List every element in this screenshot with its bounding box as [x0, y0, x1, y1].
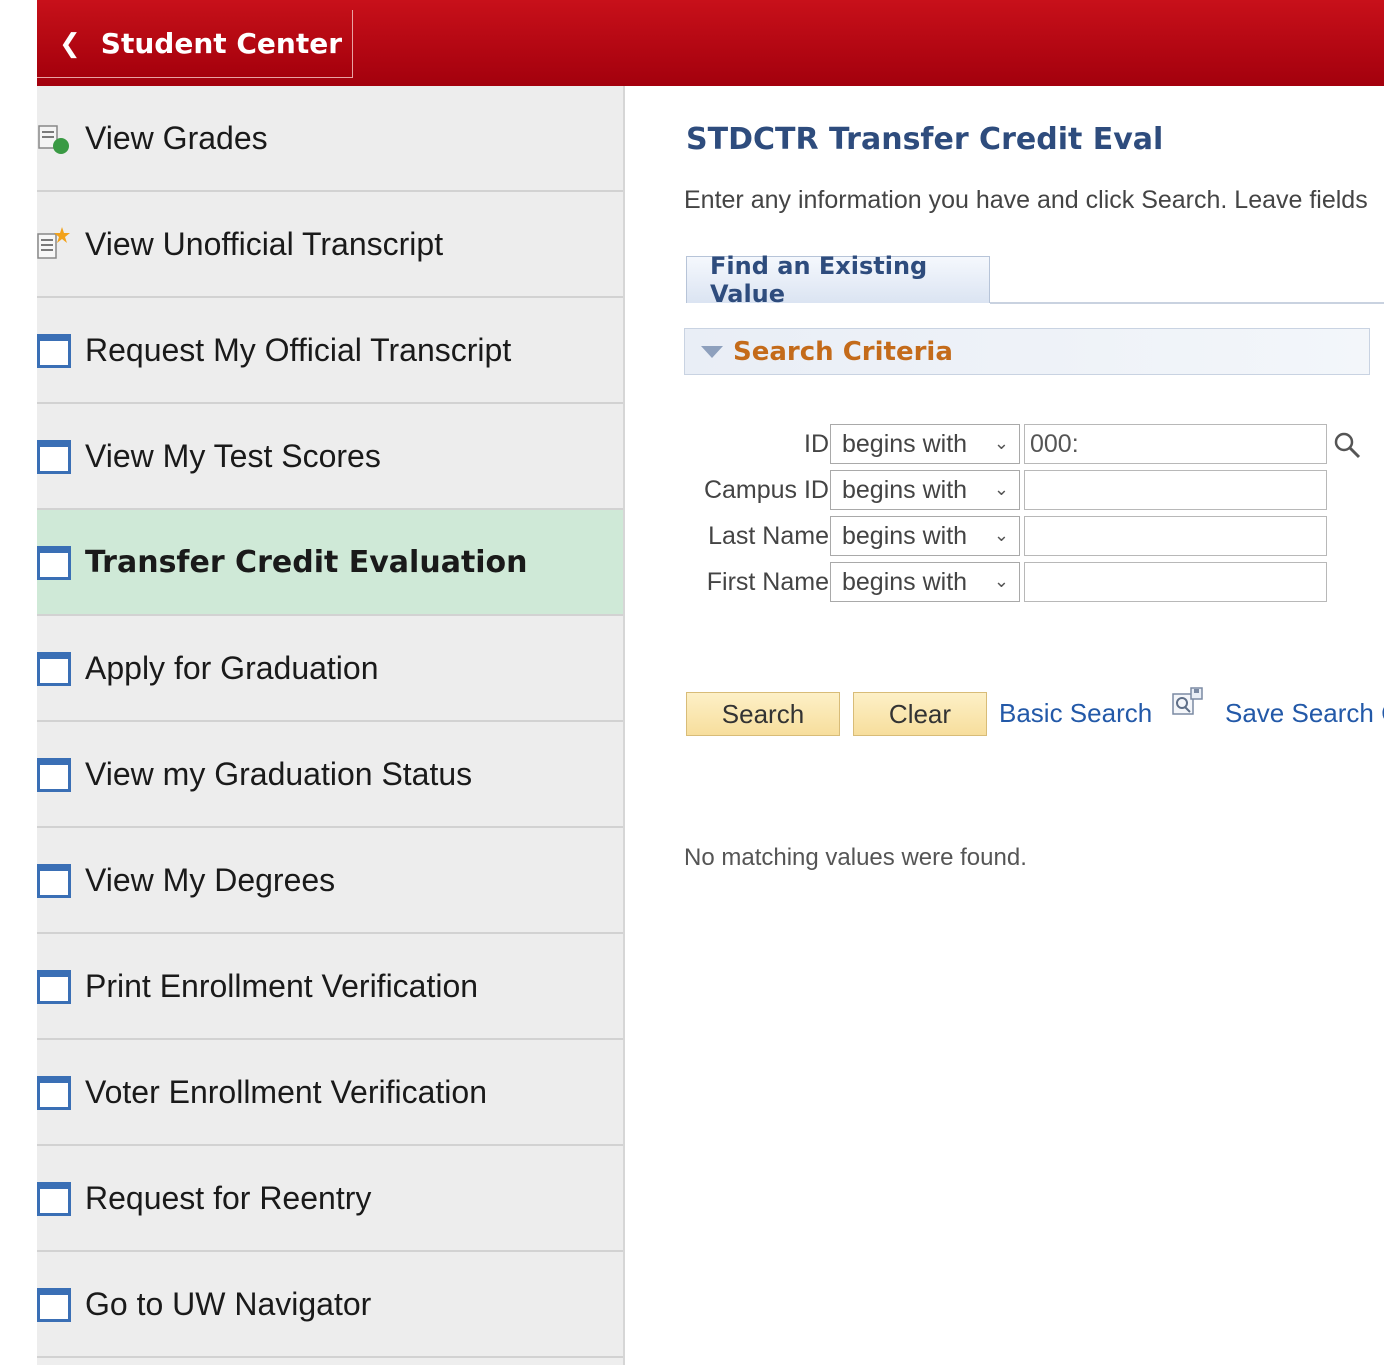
window-icon	[37, 1076, 71, 1110]
last-name-input[interactable]	[1024, 516, 1327, 556]
sidebar-item-view-unofficial-transcript[interactable]: View Unofficial Transcript	[37, 192, 623, 298]
magnifier-lookup-icon[interactable]	[1332, 430, 1362, 460]
window-icon	[37, 758, 71, 792]
search-instructions: Enter any information you have and click…	[684, 186, 1368, 214]
sidebar-item-label: Voter Enrollment Verification	[85, 1073, 487, 1110]
operator-value: begins with	[842, 475, 968, 504]
field-label-last-name: Last Name	[708, 522, 829, 550]
sidebar-item-label: Apply for Graduation	[85, 649, 379, 686]
operator-value: begins with	[842, 521, 968, 550]
field-label-campus-id: Campus ID	[703, 476, 829, 504]
sidebar-item-request-for-reentry[interactable]: Request for Reentry	[37, 1146, 623, 1252]
field-row-first-name: First Name begins with ⌄	[625, 562, 1384, 604]
sidebar-item-view-my-degrees[interactable]: View My Degrees	[37, 828, 623, 934]
first-name-operator-select[interactable]: begins with ⌄	[830, 562, 1020, 602]
back-button-label: Student Center	[100, 27, 343, 60]
page-title: STDCTR Transfer Credit Eval	[686, 122, 1164, 157]
chevron-down-icon: ⌄	[993, 433, 1009, 453]
sidebar-item-label: Print Enrollment Verification	[85, 967, 479, 1004]
sidebar-item-label: View My Test Scores	[85, 437, 381, 474]
last-name-operator-select[interactable]: begins with ⌄	[830, 516, 1020, 556]
id-input[interactable]: 000:	[1024, 424, 1327, 464]
window-icon	[37, 440, 71, 474]
sidebar-item-print-enrollment-verification[interactable]: Print Enrollment Verification	[37, 934, 623, 1040]
sidebar-item-label: View Unofficial Transcript	[85, 225, 444, 262]
campus-id-operator-select[interactable]: begins with ⌄	[830, 470, 1020, 510]
sidebar-item-transfer-credit-evaluation[interactable]: Transfer Credit Evaluation	[37, 510, 623, 616]
chevron-down-icon: ⌄	[993, 571, 1009, 591]
sidebar-item-label: View Grades	[85, 119, 268, 156]
sidebar-item-voter-enrollment-verification[interactable]: Voter Enrollment Verification	[37, 1040, 623, 1146]
field-label-id: ID	[804, 430, 829, 458]
field-label-first-name: First Name	[706, 568, 829, 596]
sidebar-item-label: Transfer Credit Evaluation	[85, 544, 528, 580]
no-results-message: No matching values were found.	[684, 844, 1027, 871]
id-operator-select[interactable]: begins with ⌄	[830, 424, 1020, 464]
window-icon	[37, 652, 71, 686]
sidebar-item-label: Go to UW Navigator	[85, 1285, 372, 1322]
sidebar-item-request-official-transcript[interactable]: Request My Official Transcript	[37, 298, 623, 404]
basic-search-link[interactable]: Basic Search	[999, 698, 1152, 729]
sidebar-item-view-graduation-status[interactable]: View my Graduation Status	[37, 722, 623, 828]
main-content: STDCTR Transfer Credit Eval Enter any in…	[625, 86, 1384, 1365]
collapse-triangle-icon	[701, 345, 723, 358]
sidebar-item-label: View My Degrees	[85, 861, 336, 898]
sidebar-item-view-test-scores[interactable]: View My Test Scores	[37, 404, 623, 510]
save-search-criteria-link[interactable]: Save Search C	[1225, 698, 1384, 729]
tab-divider	[990, 302, 1384, 304]
sidebar-item-label: View my Graduation Status	[85, 755, 473, 792]
field-row-last-name: Last Name begins with ⌄	[625, 516, 1384, 558]
operator-value: begins with	[842, 429, 968, 458]
window-icon	[37, 1182, 71, 1216]
operator-value: begins with	[842, 567, 968, 596]
sidebar-item-label: Request My Official Transcript	[85, 331, 512, 368]
chevron-down-icon: ⌄	[993, 525, 1009, 545]
window-icon	[37, 864, 71, 898]
page: ❮ Student Center View Grades View Unoffi…	[0, 0, 1384, 1365]
sidebar-item-apply-for-graduation[interactable]: Apply for Graduation	[37, 616, 623, 722]
clear-button[interactable]: Clear	[853, 692, 987, 736]
campus-id-input[interactable]	[1024, 470, 1327, 510]
search-criteria-label: Search Criteria	[733, 336, 953, 367]
search-criteria-header[interactable]: Search Criteria	[684, 328, 1370, 375]
sidebar-item-view-grades[interactable]: View Grades	[37, 86, 623, 192]
transcript-icon	[37, 227, 70, 259]
window-icon	[37, 1288, 71, 1322]
sidebar-item-go-to-uw-navigator[interactable]: Go to UW Navigator	[37, 1252, 623, 1358]
save-search-icon[interactable]	[1171, 686, 1205, 718]
field-row-id: ID begins with ⌄ 000:	[625, 424, 1384, 466]
field-row-campus-id: Campus ID begins with ⌄	[625, 470, 1384, 512]
header-bar: ❮ Student Center	[37, 0, 1384, 86]
sidebar-nav: View Grades View Unofficial Transcript R…	[37, 86, 625, 1365]
tab-find-existing-value[interactable]: Find an Existing Value	[686, 252, 990, 308]
chevron-down-icon: ⌄	[993, 479, 1009, 499]
back-to-student-center-button[interactable]: ❮ Student Center	[37, 10, 353, 78]
window-icon	[37, 546, 71, 580]
window-icon	[37, 970, 71, 1004]
chevron-left-icon: ❮	[59, 28, 81, 59]
grades-icon	[38, 125, 69, 154]
first-name-input[interactable]	[1024, 562, 1327, 602]
window-icon	[37, 334, 71, 368]
search-button[interactable]: Search	[686, 692, 840, 736]
sidebar-item-label: Request for Reentry	[85, 1179, 372, 1216]
